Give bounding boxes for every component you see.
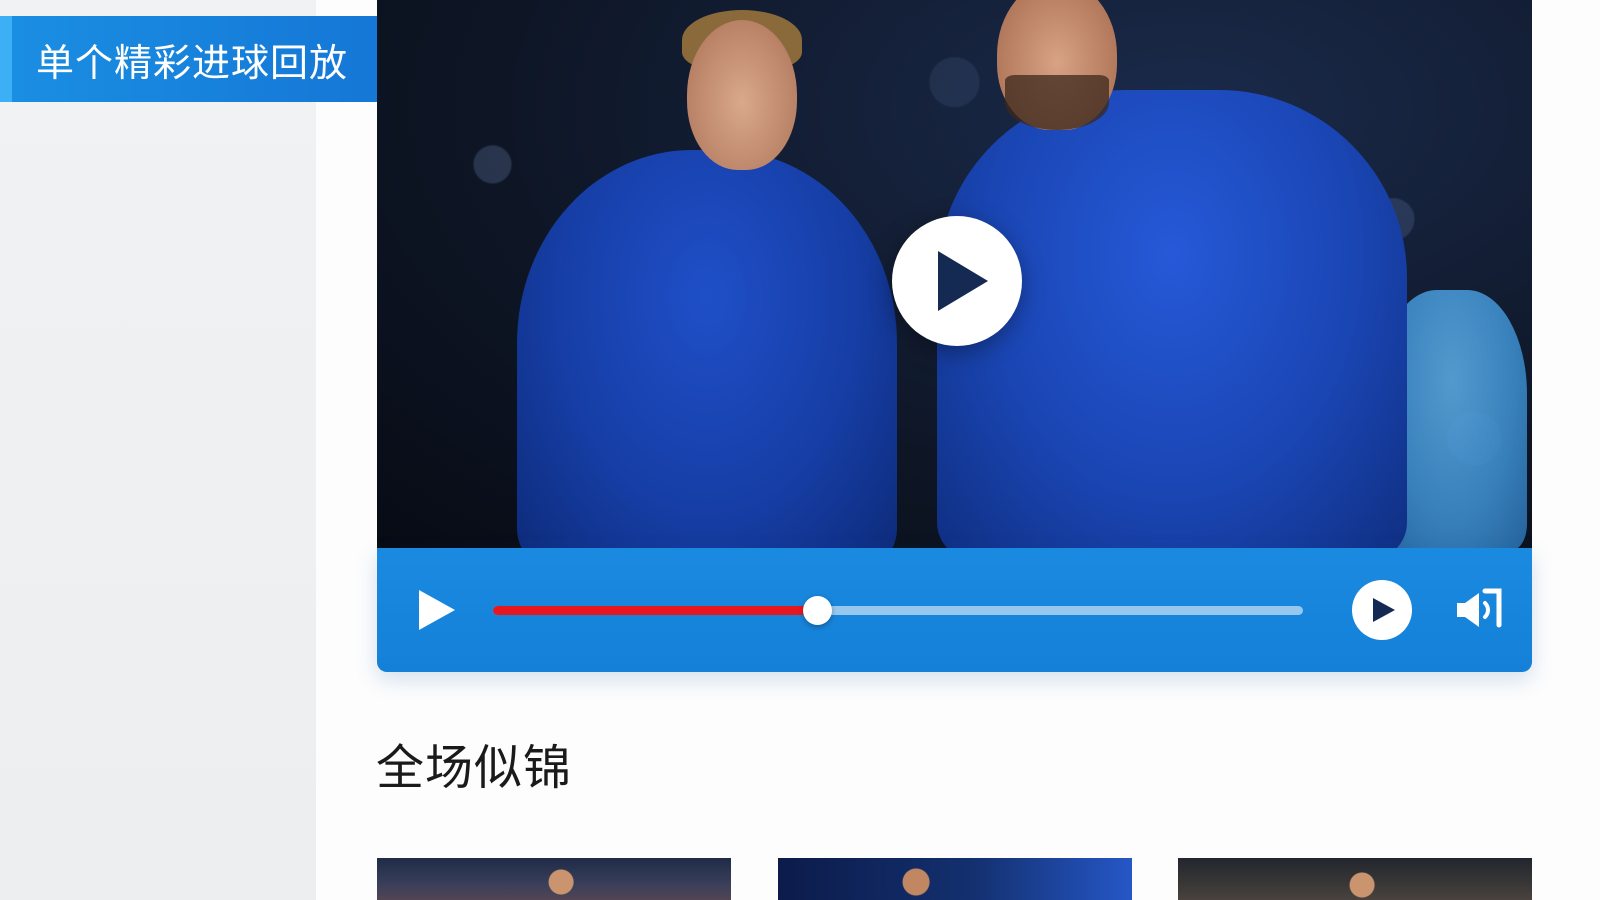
progress-bar[interactable] xyxy=(493,596,1303,625)
section-title: 全场似锦 xyxy=(376,740,573,796)
play-icon xyxy=(419,590,455,630)
video-thumbnail[interactable] xyxy=(1178,858,1532,900)
progress-fill xyxy=(493,606,817,615)
play-circle-icon xyxy=(1373,598,1395,622)
sidebar: 单个精彩进球回放 xyxy=(0,0,377,900)
progress-thumb[interactable] xyxy=(803,596,832,625)
video-player xyxy=(377,0,1532,672)
video-thumbnail[interactable] xyxy=(377,858,731,900)
sidebar-item-label: 单个精彩进球回放 xyxy=(36,40,349,85)
video-thumbnail-list xyxy=(377,858,1532,900)
volume-button[interactable] xyxy=(1451,584,1507,636)
sidebar-item-goal-replay[interactable]: 单个精彩进球回放 xyxy=(0,16,377,102)
player-left-head xyxy=(687,20,797,170)
page: 单个精彩进球回放 全场似锦 xyxy=(0,0,1600,900)
video-frame[interactable] xyxy=(377,0,1532,548)
video-controls-bar xyxy=(377,548,1532,672)
player-right-beard xyxy=(1005,75,1109,130)
play-icon xyxy=(938,251,988,311)
play-button[interactable] xyxy=(415,588,459,632)
secondary-play-button[interactable] xyxy=(1352,580,1412,640)
player-left-figure xyxy=(517,150,897,548)
volume-icon xyxy=(1457,588,1502,628)
center-play-button[interactable] xyxy=(892,216,1022,346)
video-thumbnail[interactable] xyxy=(778,858,1132,900)
